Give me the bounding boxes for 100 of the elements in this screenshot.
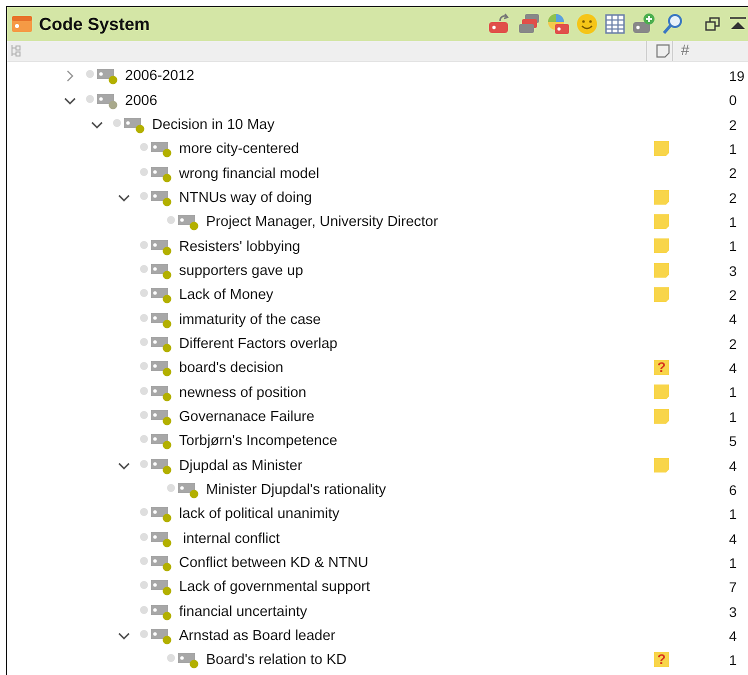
- add-tag-icon[interactable]: [632, 13, 656, 35]
- status-dot: [140, 362, 148, 370]
- code-label[interactable]: Conflict between KD & NTNU: [179, 555, 368, 572]
- code-label[interactable]: financial uncertainty: [179, 604, 308, 620]
- tag-icon: [151, 580, 168, 590]
- status-dot: [140, 289, 148, 298]
- table-icon[interactable]: [604, 13, 626, 35]
- status-dot: [140, 240, 148, 249]
- coded-count: 1: [729, 141, 737, 158]
- tag-icon: [97, 69, 114, 80]
- code-label[interactable]: lack of political unanimity: [179, 506, 340, 522]
- code-label[interactable]: Torbjørn's Incompetence: [179, 433, 338, 450]
- tag-icon: [151, 434, 168, 444]
- code-system-icon: [11, 14, 33, 34]
- coded-count: 1: [729, 408, 737, 425]
- status-dot: [167, 484, 175, 492]
- status-dot: [113, 118, 121, 127]
- stacked-tags-icon[interactable]: [518, 13, 540, 35]
- tag-icon: [151, 556, 168, 566]
- status-dot: [140, 264, 148, 273]
- coded-count: 4: [729, 311, 737, 328]
- coded-count: 7: [729, 579, 737, 596]
- status-dot: [140, 410, 148, 419]
- code-label[interactable]: Project Manager, University Director: [206, 214, 438, 230]
- code-label[interactable]: Decision in 10 May: [152, 116, 274, 133]
- code-label[interactable]: Resisters' lobbying: [179, 238, 300, 255]
- coded-count: 2: [729, 190, 737, 206]
- coded-count: 0: [729, 92, 737, 108]
- coded-count: 19: [729, 68, 745, 84]
- code-label[interactable]: Board's relation to KD: [206, 652, 347, 668]
- code-label[interactable]: Governanace Failure: [179, 408, 314, 425]
- tag-icon: [178, 215, 195, 226]
- memo-column-icon[interactable]: [656, 44, 670, 58]
- status-dot: [140, 386, 148, 395]
- status-dot: [140, 630, 148, 638]
- status-dot: [140, 532, 148, 541]
- coded-count: 2: [729, 116, 737, 133]
- code-label[interactable]: wrong financial model: [179, 166, 320, 182]
- status-dot: [167, 654, 175, 662]
- tag-icon: [124, 118, 141, 128]
- search-icon[interactable]: [662, 13, 684, 35]
- status-dot: [140, 557, 148, 566]
- status-dot: [86, 70, 94, 78]
- code-label[interactable]: internal conflict: [179, 530, 280, 547]
- code-label[interactable]: Lack of Money: [179, 287, 274, 304]
- code-label[interactable]: 2006: [125, 92, 158, 109]
- tag-icon: [151, 604, 168, 615]
- coded-count: 2: [729, 336, 737, 352]
- coded-count: 3: [729, 604, 737, 620]
- restore-window-icon[interactable]: [704, 15, 722, 33]
- coded-count: 5: [729, 433, 737, 450]
- coded-count: 4: [729, 360, 737, 376]
- coded-count: 2: [729, 287, 737, 304]
- status-dot: [140, 435, 148, 444]
- code-label[interactable]: newness of position: [179, 384, 306, 401]
- status-dot: [140, 338, 148, 346]
- code-label[interactable]: 2006-2012: [125, 68, 194, 84]
- status-dot: [140, 508, 148, 516]
- count-column-header[interactable]: #: [681, 42, 690, 59]
- tag-icon: [151, 532, 168, 542]
- status-dot: [140, 168, 148, 176]
- status-dot: [86, 94, 94, 103]
- tag-icon: [97, 94, 114, 104]
- tag-icon: [151, 386, 168, 396]
- tag-icon: [151, 458, 168, 469]
- code-label[interactable]: Lack of governmental support: [179, 579, 370, 596]
- code-label[interactable]: Arnstad as Board leader: [179, 628, 336, 644]
- tag-icon: [151, 629, 168, 640]
- coded-count: 6: [729, 482, 737, 498]
- tag-icon: [151, 312, 168, 323]
- tree-structure-icon: [10, 44, 22, 58]
- pie-tag-icon[interactable]: [546, 13, 570, 35]
- tag-icon: [151, 190, 168, 201]
- code-label[interactable]: immaturity of the case: [179, 312, 321, 328]
- code-label[interactable]: Djupdal as Minister: [179, 458, 302, 474]
- coded-count: 2: [729, 165, 737, 182]
- coded-count: 4: [729, 530, 737, 547]
- status-dot: [140, 606, 148, 614]
- smiley-icon[interactable]: [576, 13, 598, 35]
- tag-icon: [151, 288, 168, 298]
- tag-icon: [178, 483, 195, 494]
- coded-count: 1: [729, 554, 737, 571]
- coded-count: 1: [729, 214, 737, 230]
- tag-icon: [151, 142, 168, 152]
- tag-icon: [151, 336, 168, 347]
- code-label[interactable]: NTNUs way of doing: [179, 190, 312, 206]
- code-label[interactable]: Minister Djupdal's rationality: [206, 482, 386, 498]
- tag-icon: [151, 361, 168, 372]
- tag-icon: [151, 166, 168, 177]
- coded-count: 3: [729, 262, 737, 279]
- status-dot: [167, 216, 175, 224]
- status-dot: [140, 581, 148, 590]
- code-label[interactable]: more city-centered: [179, 141, 300, 158]
- panel-title: Code System: [39, 14, 150, 34]
- tag-icon: [151, 410, 168, 420]
- coded-count: 4: [729, 628, 737, 644]
- code-label[interactable]: Different Factors overlap: [179, 336, 338, 352]
- code-label[interactable]: supporters gave up: [179, 262, 304, 279]
- code-label[interactable]: board's decision: [179, 360, 284, 376]
- coded-count: 1: [729, 238, 737, 254]
